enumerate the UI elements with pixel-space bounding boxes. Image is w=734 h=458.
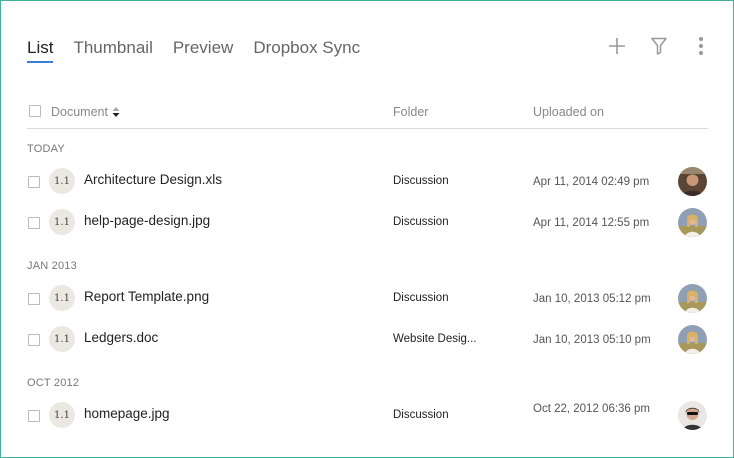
- row-checkbox[interactable]: [28, 217, 40, 229]
- table-row[interactable]: 1.1 homepage.jpg Discussion Oct 22, 2012…: [27, 396, 708, 434]
- version-badge: 1.1: [49, 326, 75, 352]
- uploaded-date: Apr 11, 2014 02:49 pm: [533, 176, 650, 188]
- table-row[interactable]: 1.1 Ledgers.doc Website Desig... Jan 10,…: [27, 320, 708, 358]
- version-badge: 1.1: [49, 209, 75, 235]
- avatar[interactable]: [678, 284, 707, 313]
- table-row[interactable]: 1.1 Report Template.png Discussion Jan 1…: [27, 279, 708, 317]
- group-label-today: TODAY: [27, 143, 65, 155]
- uploaded-date: Jan 10, 2013 05:12 pm: [533, 293, 651, 305]
- row-checkbox[interactable]: [28, 334, 40, 346]
- row-checkbox[interactable]: [28, 293, 40, 305]
- folder-name[interactable]: Discussion: [393, 292, 449, 304]
- avatar[interactable]: [678, 167, 707, 196]
- view-tabs: List Thumbnail Preview Dropbox Sync: [27, 38, 360, 63]
- plus-icon[interactable]: [607, 35, 627, 57]
- avatar[interactable]: [678, 325, 707, 354]
- folder-name[interactable]: Discussion: [393, 409, 449, 421]
- tab-preview[interactable]: Preview: [173, 38, 233, 63]
- table-header: Document Folder Uploaded on: [27, 101, 708, 129]
- column-uploaded[interactable]: Uploaded on: [533, 105, 604, 119]
- version-badge: 1.1: [49, 285, 75, 311]
- column-folder[interactable]: Folder: [393, 105, 428, 119]
- row-checkbox[interactable]: [28, 410, 40, 422]
- documents-panel: List Thumbnail Preview Dropbox Sync Docu…: [0, 0, 734, 458]
- toolbar-actions: [607, 35, 711, 57]
- document-name[interactable]: Ledgers.doc: [84, 330, 158, 345]
- tab-list[interactable]: List: [27, 38, 54, 63]
- table-row[interactable]: 1.1 help-page-design.jpg Discussion Apr …: [27, 203, 708, 241]
- avatar[interactable]: [678, 208, 707, 237]
- avatar[interactable]: [678, 401, 707, 430]
- select-all-checkbox[interactable]: [29, 105, 41, 117]
- uploaded-date: Jan 10, 2013 05:10 pm: [533, 334, 651, 346]
- document-name[interactable]: Report Template.png: [84, 289, 209, 304]
- filter-icon[interactable]: [649, 35, 669, 57]
- column-document-label: Document: [51, 105, 108, 119]
- tab-dropbox-sync[interactable]: Dropbox Sync: [253, 38, 360, 63]
- folder-name[interactable]: Discussion: [393, 175, 449, 187]
- version-badge: 1.1: [49, 402, 75, 428]
- row-checkbox[interactable]: [28, 176, 40, 188]
- document-name[interactable]: help-page-design.jpg: [84, 213, 210, 228]
- version-badge: 1.1: [49, 168, 75, 194]
- document-name[interactable]: Architecture Design.xls: [84, 172, 222, 187]
- uploaded-date: Apr 11, 2014 12:55 pm: [533, 217, 650, 229]
- group-label-oct-2012: OCT 2012: [27, 377, 80, 389]
- more-vertical-icon[interactable]: [691, 35, 711, 57]
- folder-name[interactable]: Website Desig...: [393, 333, 477, 345]
- tab-thumbnail[interactable]: Thumbnail: [73, 38, 152, 63]
- group-label-jan-2013: JAN 2013: [27, 260, 77, 272]
- folder-name[interactable]: Discussion: [393, 216, 449, 228]
- document-name[interactable]: homepage.jpg: [84, 406, 170, 421]
- sort-icon[interactable]: [112, 107, 120, 117]
- table-row[interactable]: 1.1 Architecture Design.xls Discussion A…: [27, 162, 708, 200]
- uploaded-date: Oct 22, 2012 06:36 pm: [533, 403, 650, 415]
- column-document[interactable]: Document: [51, 105, 120, 119]
